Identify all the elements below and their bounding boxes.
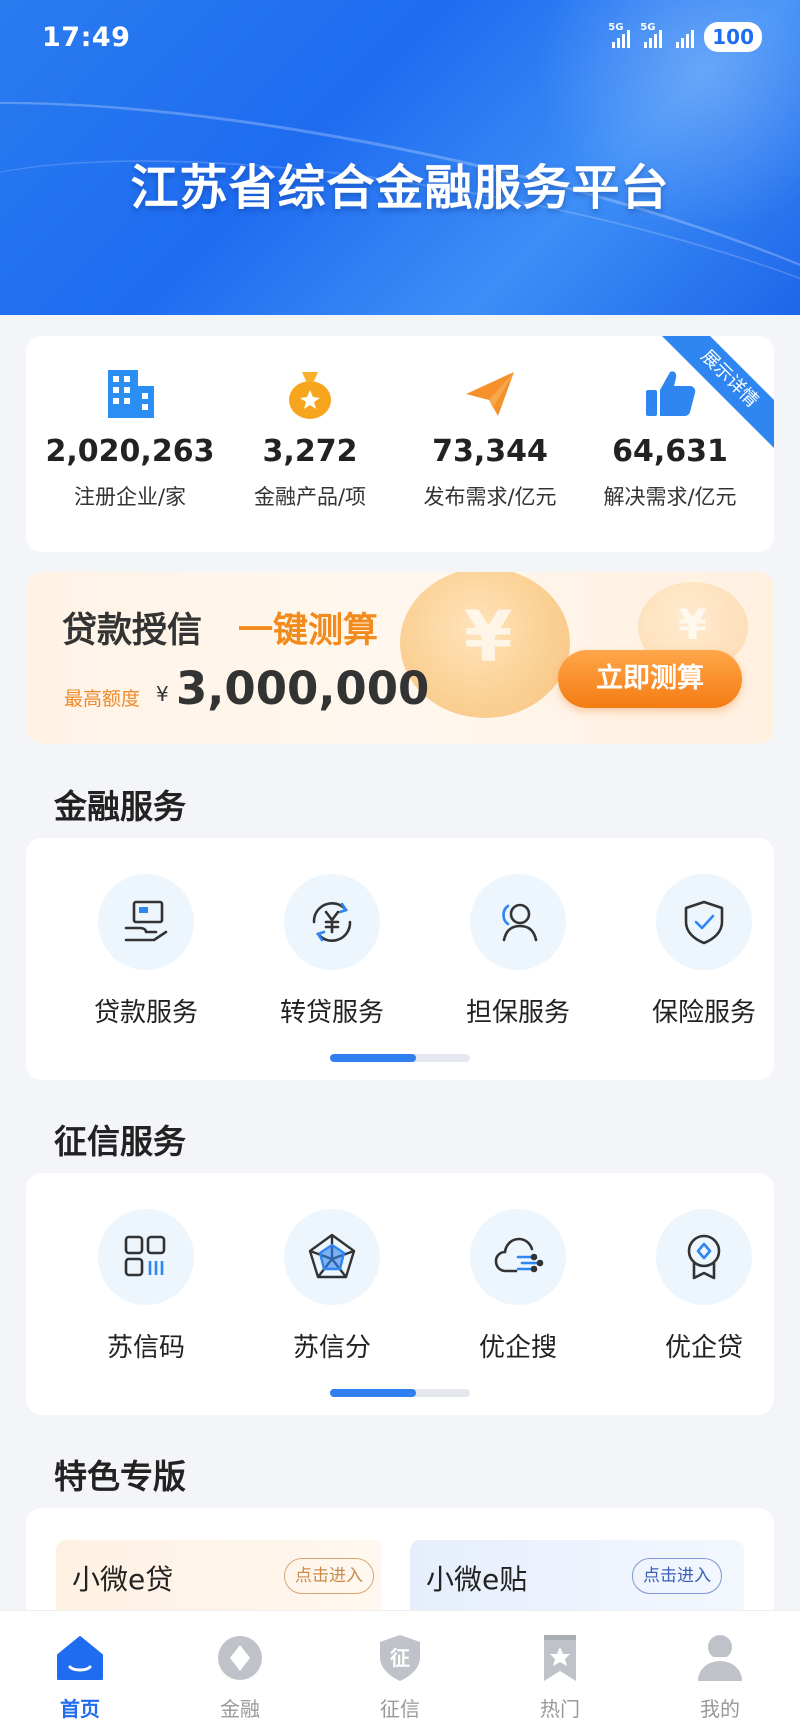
signal-label: 5G: [640, 22, 656, 33]
scroll-indicator: [330, 1389, 470, 1397]
credit-services-title: 征信服务: [54, 1122, 186, 1161]
stat-registered-companies[interactable]: 2,020,263 注册企业/家: [40, 336, 220, 511]
signal-icon: 5G: [640, 22, 663, 48]
radar-chart-icon: [308, 1233, 356, 1279]
service-label: 担保服务: [465, 998, 570, 1028]
credit-shield-icon: 征: [380, 1635, 420, 1681]
stat-value: 64,631: [612, 434, 728, 469]
scroll-indicator-thumb: [330, 1054, 416, 1062]
signal-icon: 5G: [608, 22, 631, 48]
service-reloan[interactable]: 转贷服务: [262, 874, 402, 1029]
money-bag-icon: [289, 372, 331, 419]
tab-label: 征信: [380, 1697, 420, 1721]
loan-calculator-banner[interactable]: ¥ ¥ 贷款授信 一键测算 最高额度 ¥ 3,000,000 立即测算: [26, 572, 774, 744]
tab-label: 首页: [60, 1697, 100, 1721]
credit-services-card: 苏信码 苏信分 优企搜 优企贷: [26, 1173, 774, 1415]
service-you-qi-sou[interactable]: 优企搜: [448, 1209, 588, 1364]
stat-label: 发布需求/亿元: [423, 485, 557, 509]
stat-label: 解决需求/亿元: [603, 485, 737, 509]
special-label: 小微e贷: [72, 1563, 174, 1596]
special-editions-title: 特色专版: [54, 1457, 186, 1496]
service-label: 苏信码: [106, 1333, 185, 1363]
thumbs-up-icon: [646, 371, 696, 416]
calculate-now-button[interactable]: 立即测算: [558, 650, 742, 708]
stat-financial-products[interactable]: 3,272 金融产品/项: [220, 336, 400, 511]
user-icon: [698, 1635, 742, 1681]
bottom-tab-bar: 首页 金融 征 征信 热门 我的: [0, 1610, 800, 1733]
service-icon-bg: [284, 1209, 380, 1305]
tab-finance[interactable]: 金融: [195, 1633, 285, 1722]
enter-button[interactable]: 点击进入: [632, 1558, 722, 1594]
badge-icon: [687, 1234, 721, 1280]
shield-check-icon: [684, 900, 724, 945]
scroll-indicator-thumb: [330, 1389, 416, 1397]
tab-label: 热门: [540, 1697, 580, 1721]
status-icons: 5G 5G 100: [608, 22, 762, 52]
max-amount-label: 最高额度: [64, 688, 141, 710]
service-icon-bg: [98, 874, 194, 970]
tab-hot[interactable]: 热门: [515, 1633, 605, 1722]
service-label: 优企搜: [478, 1333, 557, 1363]
header-banner: 17:49 5G 5G 100 江苏省综合金融服务平台: [0, 0, 800, 315]
service-su-xin-code[interactable]: 苏信码: [76, 1209, 216, 1364]
page-title: 江苏省综合金融服务平台: [130, 160, 670, 216]
stat-label: 金融产品/项: [253, 485, 367, 509]
service-icon-bg: [284, 874, 380, 970]
service-icon-bg: [470, 874, 566, 970]
bookmark-star-icon: [544, 1635, 576, 1681]
yuan-icon: ¥: [464, 596, 513, 678]
service-insurance[interactable]: 保险服务: [634, 874, 774, 1029]
service-label: 保险服务: [651, 998, 756, 1028]
service-icon-bg: [98, 1209, 194, 1305]
diamond-icon: [218, 1636, 262, 1680]
loan-title: 贷款授信: [62, 611, 203, 651]
finance-services-title: 金融服务: [54, 787, 186, 826]
service-icon-bg: [656, 874, 752, 970]
stat-value: 3,272: [262, 434, 358, 469]
stats-card: 2,020,263 注册企业/家 3,272 金融产品/项 73,344 发布需…: [26, 336, 774, 552]
enter-button[interactable]: 点击进入: [284, 1558, 374, 1594]
tab-label: 我的: [700, 1697, 740, 1721]
signal-label: 5G: [608, 22, 624, 33]
hand-card-icon: [124, 900, 168, 942]
svg-text:征: 征: [390, 1646, 410, 1670]
loan-title-highlight: 一键测算: [238, 611, 379, 651]
stat-published-demand[interactable]: 73,344 发布需求/亿元: [400, 336, 580, 511]
stat-value: 73,344: [432, 434, 548, 469]
special-label: 小微e贴: [426, 1563, 528, 1596]
currency-symbol: ¥: [156, 682, 169, 706]
stat-value: 2,020,263: [45, 434, 215, 469]
status-time: 17:49: [42, 22, 131, 53]
max-amount-value: 3,000,000: [176, 662, 430, 715]
service-su-xin-score[interactable]: 苏信分: [262, 1209, 402, 1364]
service-label: 苏信分: [292, 1333, 371, 1363]
tab-home[interactable]: 首页: [35, 1633, 125, 1722]
scroll-indicator: [330, 1054, 470, 1062]
yuan-cycle-icon: [312, 902, 352, 942]
service-icon-bg: [656, 1209, 752, 1305]
service-you-qi-dai[interactable]: 优企贷: [634, 1209, 774, 1364]
tab-mine[interactable]: 我的: [675, 1633, 765, 1722]
service-label: 转贷服务: [279, 998, 384, 1028]
stat-label: 注册企业/家: [73, 485, 187, 509]
building-icon: [108, 370, 154, 418]
battery-icon: 100: [704, 22, 762, 52]
service-icon-bg: [470, 1209, 566, 1305]
tab-credit[interactable]: 征 征信: [355, 1633, 445, 1722]
service-guarantee[interactable]: 担保服务: [448, 874, 588, 1029]
service-label: 优企贷: [664, 1333, 743, 1363]
code-grid-icon: [124, 1235, 166, 1277]
finance-services-card: 贷款服务 转贷服务 担保服务 保险服务: [26, 838, 774, 1080]
paper-plane-icon: [466, 372, 514, 416]
signal-icon: [672, 26, 695, 48]
service-loan[interactable]: 贷款服务: [76, 874, 216, 1029]
cloud-search-icon: [494, 1237, 544, 1273]
yuan-icon: ¥: [678, 600, 708, 649]
home-icon: [57, 1636, 103, 1680]
service-label: 贷款服务: [93, 998, 198, 1028]
guarantee-person-icon: [502, 903, 538, 942]
tab-label: 金融: [220, 1697, 260, 1721]
